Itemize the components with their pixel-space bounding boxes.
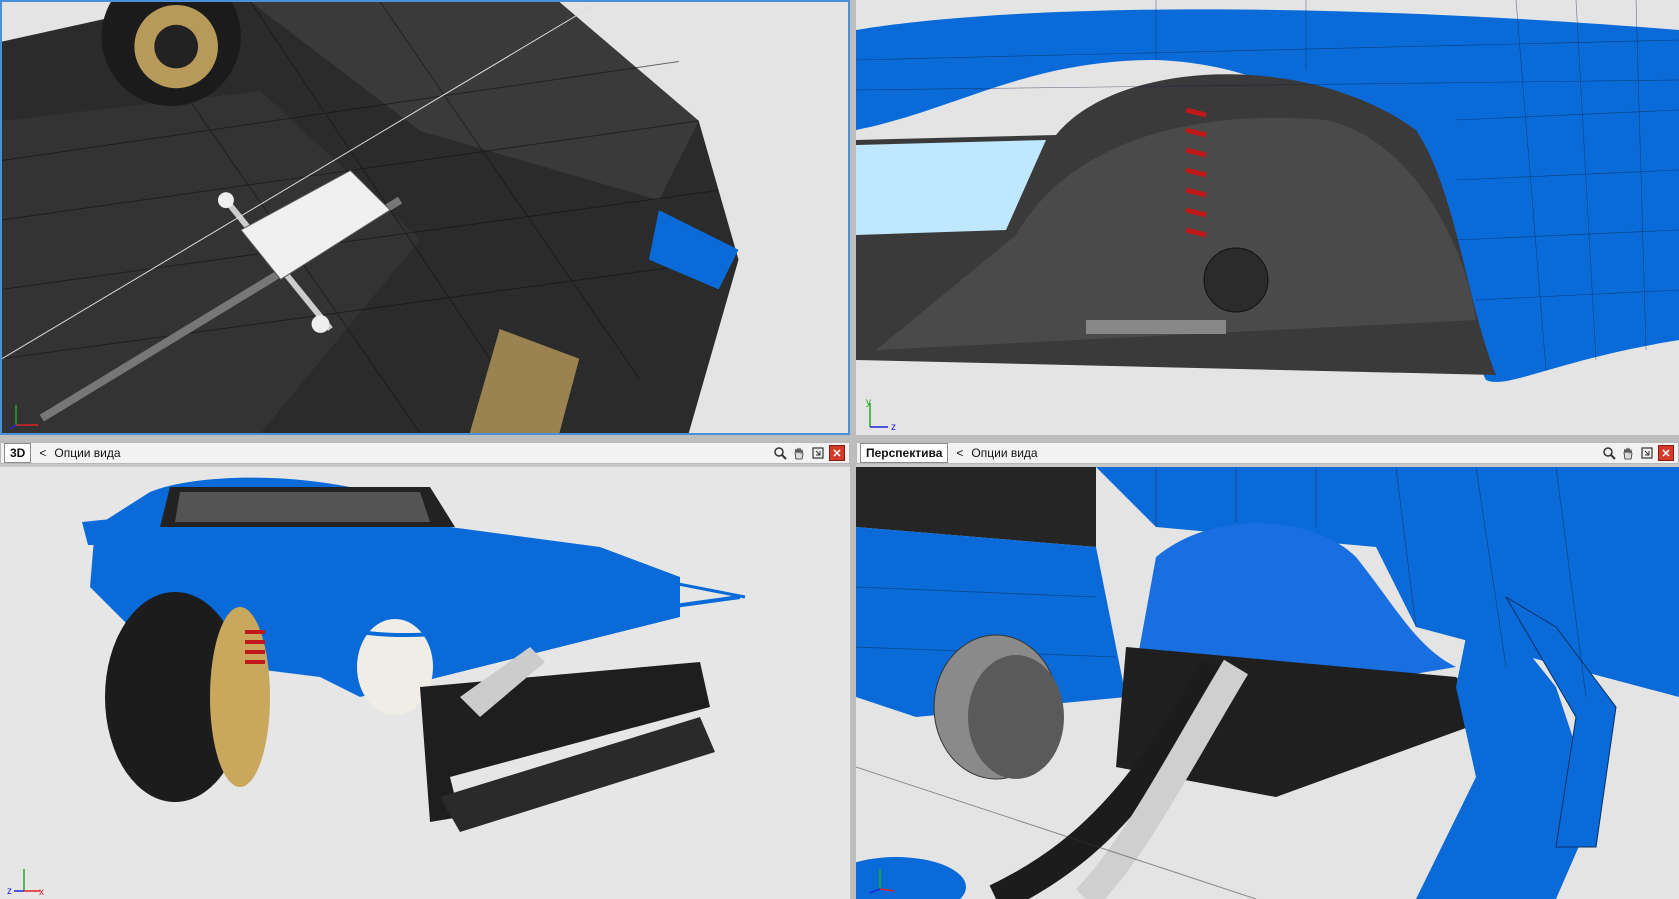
top-left-viewport[interactable]: [0, 0, 850, 435]
chevron-left-icon: <: [39, 446, 47, 460]
bottom-right-viewport-toolbar: Перспектива < Опции вида ✕: [856, 442, 1679, 464]
axis-label-z: z: [7, 886, 12, 897]
bottom-right-viewport[interactable]: [856, 467, 1679, 899]
axis-label-x: x: [39, 887, 44, 897]
car-underside-render: [2, 2, 848, 433]
view-options-label: Опции вида: [54, 446, 121, 460]
maximize-icon[interactable]: [810, 445, 826, 461]
chevron-left-icon: <: [956, 446, 964, 460]
magnifier-icon[interactable]: [1601, 445, 1617, 461]
close-icon[interactable]: ✕: [1658, 445, 1674, 461]
viewport-tools: ✕: [772, 445, 845, 461]
perspective-wheel-well-render: [856, 467, 1679, 899]
view-mode-button[interactable]: Перспектива: [860, 443, 949, 463]
hand-icon[interactable]: [1620, 445, 1636, 461]
axis-label-y: y: [866, 397, 871, 408]
horizontal-splitter[interactable]: [0, 435, 1679, 442]
axis-gizmo: [9, 405, 38, 430]
wheel-arch-wireframe-render: [856, 0, 1679, 435]
axis-gizmo: z x: [7, 869, 44, 897]
axis-gizmo: [869, 869, 895, 894]
maximize-icon[interactable]: [1639, 445, 1655, 461]
close-icon[interactable]: ✕: [829, 445, 845, 461]
hand-icon[interactable]: [791, 445, 807, 461]
bottom-left-viewport[interactable]: z x: [0, 467, 850, 899]
axis-gizmo: y z: [866, 397, 896, 433]
view-mode-button[interactable]: 3D: [4, 443, 32, 463]
bottom-left-viewport-toolbar: 3D < Опции вида ✕: [0, 442, 850, 464]
view-options-label: Опции вида: [971, 446, 1038, 460]
view-options-menu[interactable]: < Опции вида: [39, 446, 120, 460]
viewport-tools: ✕: [1601, 445, 1674, 461]
top-right-viewport[interactable]: y z: [856, 0, 1679, 435]
axis-label-z: z: [891, 422, 896, 433]
view-options-menu[interactable]: < Опции вида: [956, 446, 1037, 460]
magnifier-icon[interactable]: [772, 445, 788, 461]
car-front-3d-render: [0, 467, 850, 899]
